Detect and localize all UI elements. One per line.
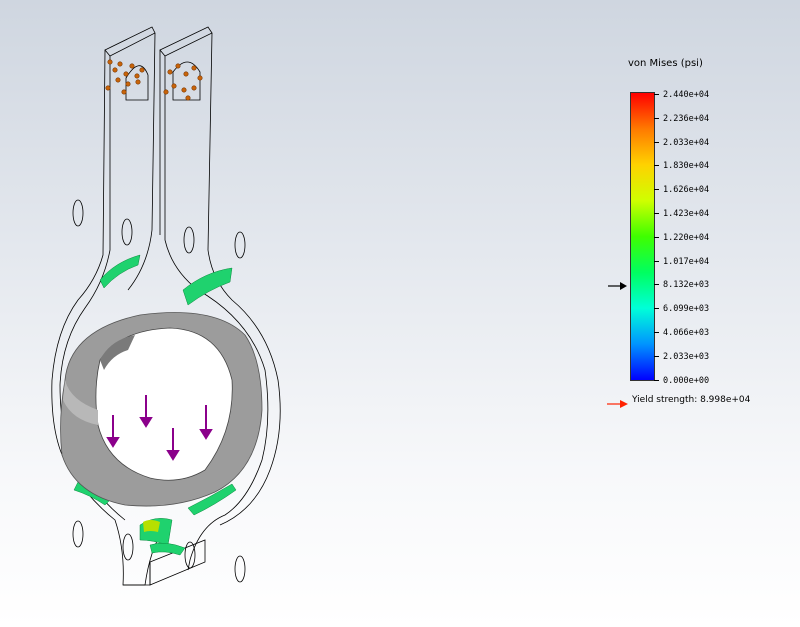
legend-tick-label: 0.000e+00 [663,375,710,386]
legend-title: von Mises (psi) [628,58,703,69]
yield-level-marker-icon [608,282,627,290]
legend-tick-mark [654,165,659,167]
legend-tick-label: 2.440e+04 [663,90,710,100]
legend-tick-mark [654,284,659,286]
legend-tick-label: 1.423e+04 [663,209,710,219]
legend-tick-label: 2.236e+04 [663,113,710,124]
legend-tick-label: 1.830e+04 [663,161,710,172]
yield-arrow-icon [607,400,628,408]
legend-tick-label: 8.132e+03 [663,280,710,291]
legend-tick-mark [654,379,659,381]
legend-tick-label: 2.033e+03 [663,351,710,362]
legend-tick-mark [654,332,659,333]
legend-tick-label: 6.099e+03 [663,304,710,315]
legend-tick-mark [654,94,659,95]
legend-tick-label: 2.033e+04 [663,137,710,148]
yield-strength-row: Yield strength: 8.998e+04 [607,394,750,413]
legend-tick-mark [654,189,659,191]
legend-tick-label: 4.066e+03 [663,328,710,338]
graphics-viewport[interactable]: von Mises (psi) 2.440e+04 2.236e+04 2.033e… [0,0,800,627]
legend-tick-mark [654,213,659,214]
legend-tick-mark [654,308,659,310]
color-bar [630,92,655,381]
legend-tick-label: 1.017e+04 [663,256,710,267]
legend-tick-label: 1.626e+04 [663,185,710,196]
legend-tick-mark [654,260,659,262]
legend-tick-mark [654,117,659,119]
legend-tick-mark [654,141,659,143]
connecting-rod-model[interactable] [0,0,600,627]
yield-strength-label: Yield strength: 8.998e+04 [632,395,751,405]
legend-tick-mark [654,236,659,238]
bearing-shell [60,312,263,507]
legend-tick-mark [654,355,659,357]
legend-tick-label: 1.220e+04 [663,232,710,243]
